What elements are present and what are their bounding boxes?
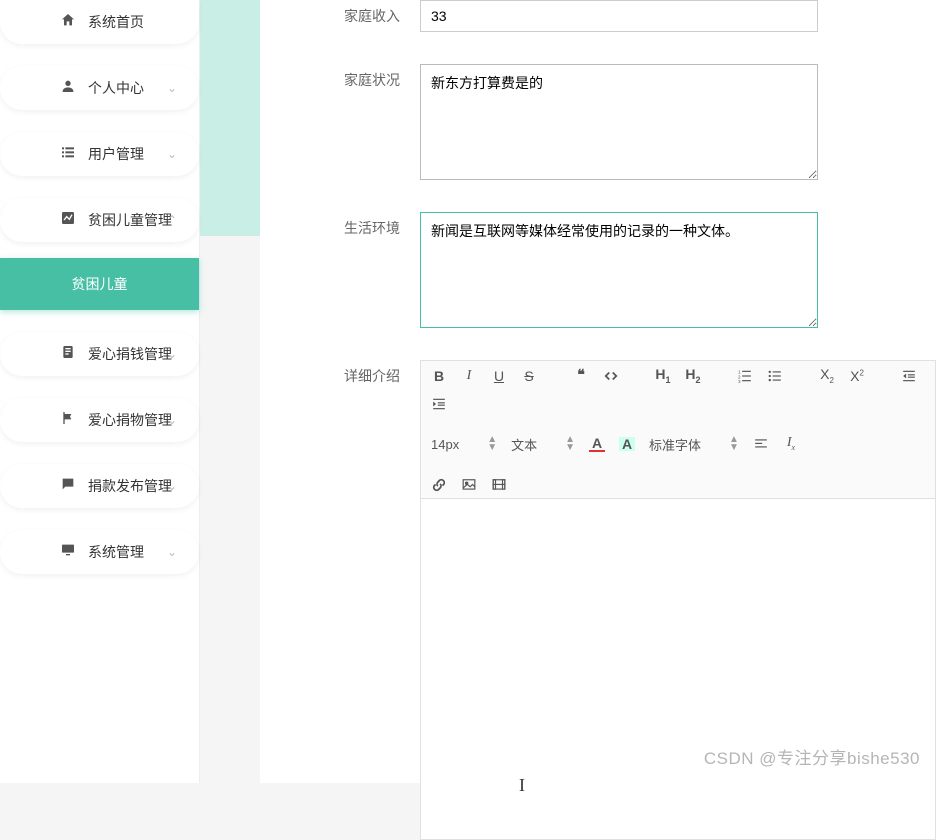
sidebar-item-label: 爱心捐物管理	[88, 410, 172, 430]
sidebar-item-label: 个人中心	[88, 78, 144, 98]
rich-editor: B I U S ❝ H1 H2 123	[420, 360, 936, 840]
sidebar-item-label: 系统管理	[88, 542, 144, 562]
chart-icon	[60, 210, 76, 231]
row-income: 家庭收入	[260, 0, 936, 32]
font-family-select[interactable]: 标准字体 ▲▼	[649, 435, 739, 454]
svg-text:3: 3	[738, 379, 741, 383]
text-cursor-icon: I	[519, 775, 525, 796]
clear-format-button[interactable]: Ix	[783, 436, 799, 452]
image-button[interactable]	[461, 478, 477, 492]
sidebar-item-donate-money[interactable]: 爱心捐钱管理 ⌄	[0, 332, 199, 376]
h2-button[interactable]: H2	[685, 367, 701, 385]
outdent-button[interactable]	[901, 369, 917, 383]
sidebar-subitem-children[interactable]: 贫困儿童	[0, 258, 199, 310]
sidebar-item-home[interactable]: 系统首页	[0, 0, 199, 44]
monitor-icon	[60, 542, 76, 563]
link-button[interactable]	[431, 478, 447, 492]
indent-button[interactable]	[431, 397, 447, 411]
superscript-button[interactable]: X2	[849, 369, 865, 383]
chevron-down-icon: ⌄	[167, 545, 177, 559]
sidebar-item-label: 贫困儿童管理	[88, 210, 172, 230]
person-icon	[60, 78, 76, 99]
editor-toolbar: B I U S ❝ H1 H2 123	[421, 361, 935, 499]
font-size-select[interactable]: 14px ▲▼	[431, 436, 497, 452]
sidebar-item-label: 用户管理	[88, 144, 144, 164]
quote-button[interactable]: ❝	[573, 369, 589, 383]
italic-button[interactable]: I	[461, 369, 477, 383]
sidebar-item-label: 系统首页	[88, 12, 144, 32]
row-status: 家庭状况 新东方打算费是的	[260, 64, 936, 180]
input-status[interactable]: 新东方打算费是的	[420, 64, 818, 180]
form-panel: 家庭收入 家庭状况 新东方打算费是的 生活环境 新闻是互联网等媒体经常使用的记录…	[260, 0, 936, 783]
strike-button[interactable]: S	[521, 369, 537, 383]
code-button[interactable]	[603, 369, 619, 383]
chat-icon	[60, 476, 76, 497]
background-accent	[198, 0, 260, 236]
sort-icon: ▲▼	[729, 436, 739, 452]
sort-icon: ▲▼	[565, 436, 575, 452]
label-status: 家庭状况	[260, 64, 420, 90]
font-color-button[interactable]: A	[589, 436, 605, 452]
chevron-down-icon: ⌄	[167, 81, 177, 95]
label-env: 生活环境	[260, 212, 420, 238]
highlight-button[interactable]: A	[619, 437, 635, 451]
chevron-down-icon: ⌄	[167, 147, 177, 161]
label-income: 家庭收入	[260, 0, 420, 26]
list-icon	[60, 144, 76, 165]
sidebar-subitem-label: 贫困儿童	[72, 276, 128, 292]
ordered-list-button[interactable]: 123	[737, 369, 753, 383]
input-income[interactable]	[420, 0, 818, 32]
h1-button[interactable]: H1	[655, 367, 671, 385]
flag-icon	[60, 410, 76, 431]
underline-button[interactable]: U	[491, 369, 507, 383]
sort-icon: ▲▼	[487, 436, 497, 452]
chevron-up-icon: ⌃	[167, 213, 177, 227]
label-detail: 详细介绍	[260, 360, 420, 386]
row-env: 生活环境 新闻是互联网等媒体经常使用的记录的一种文体。	[260, 212, 936, 328]
align-button[interactable]	[753, 437, 769, 451]
sidebar-item-label: 爱心捐钱管理	[88, 344, 172, 364]
subscript-button[interactable]: X2	[819, 367, 835, 385]
sidebar-item-label: 捐款发布管理	[88, 476, 172, 496]
bold-button[interactable]: B	[431, 369, 447, 383]
sidebar-item-children[interactable]: 贫困儿童管理 ⌃	[0, 198, 199, 242]
video-button[interactable]	[491, 478, 507, 492]
chevron-down-icon: ⌄	[167, 479, 177, 493]
paragraph-select[interactable]: 文本 ▲▼	[511, 435, 575, 454]
sidebar-item-donate-goods[interactable]: 爱心捐物管理 ⌄	[0, 398, 199, 442]
input-env[interactable]: 新闻是互联网等媒体经常使用的记录的一种文体。	[420, 212, 818, 328]
chevron-down-icon: ⌄	[167, 347, 177, 361]
chevron-down-icon: ⌄	[167, 413, 177, 427]
sidebar-item-system[interactable]: 系统管理 ⌄	[0, 530, 199, 574]
sidebar-item-profile[interactable]: 个人中心 ⌄	[0, 66, 199, 110]
clipboard-icon	[60, 344, 76, 365]
sidebar: 系统首页 个人中心 ⌄ 用户管理 ⌄ 贫困儿童管理 ⌃ 贫困儿童 爱心捐钱管理 …	[0, 0, 200, 783]
home-icon	[60, 12, 76, 33]
sidebar-item-donation-publish[interactable]: 捐款发布管理 ⌄	[0, 464, 199, 508]
sidebar-item-users[interactable]: 用户管理 ⌄	[0, 132, 199, 176]
editor-content[interactable]: I	[421, 499, 935, 839]
unordered-list-button[interactable]	[767, 369, 783, 383]
row-detail: 详细介绍 B I U S ❝ H1 H2 123	[260, 360, 936, 840]
